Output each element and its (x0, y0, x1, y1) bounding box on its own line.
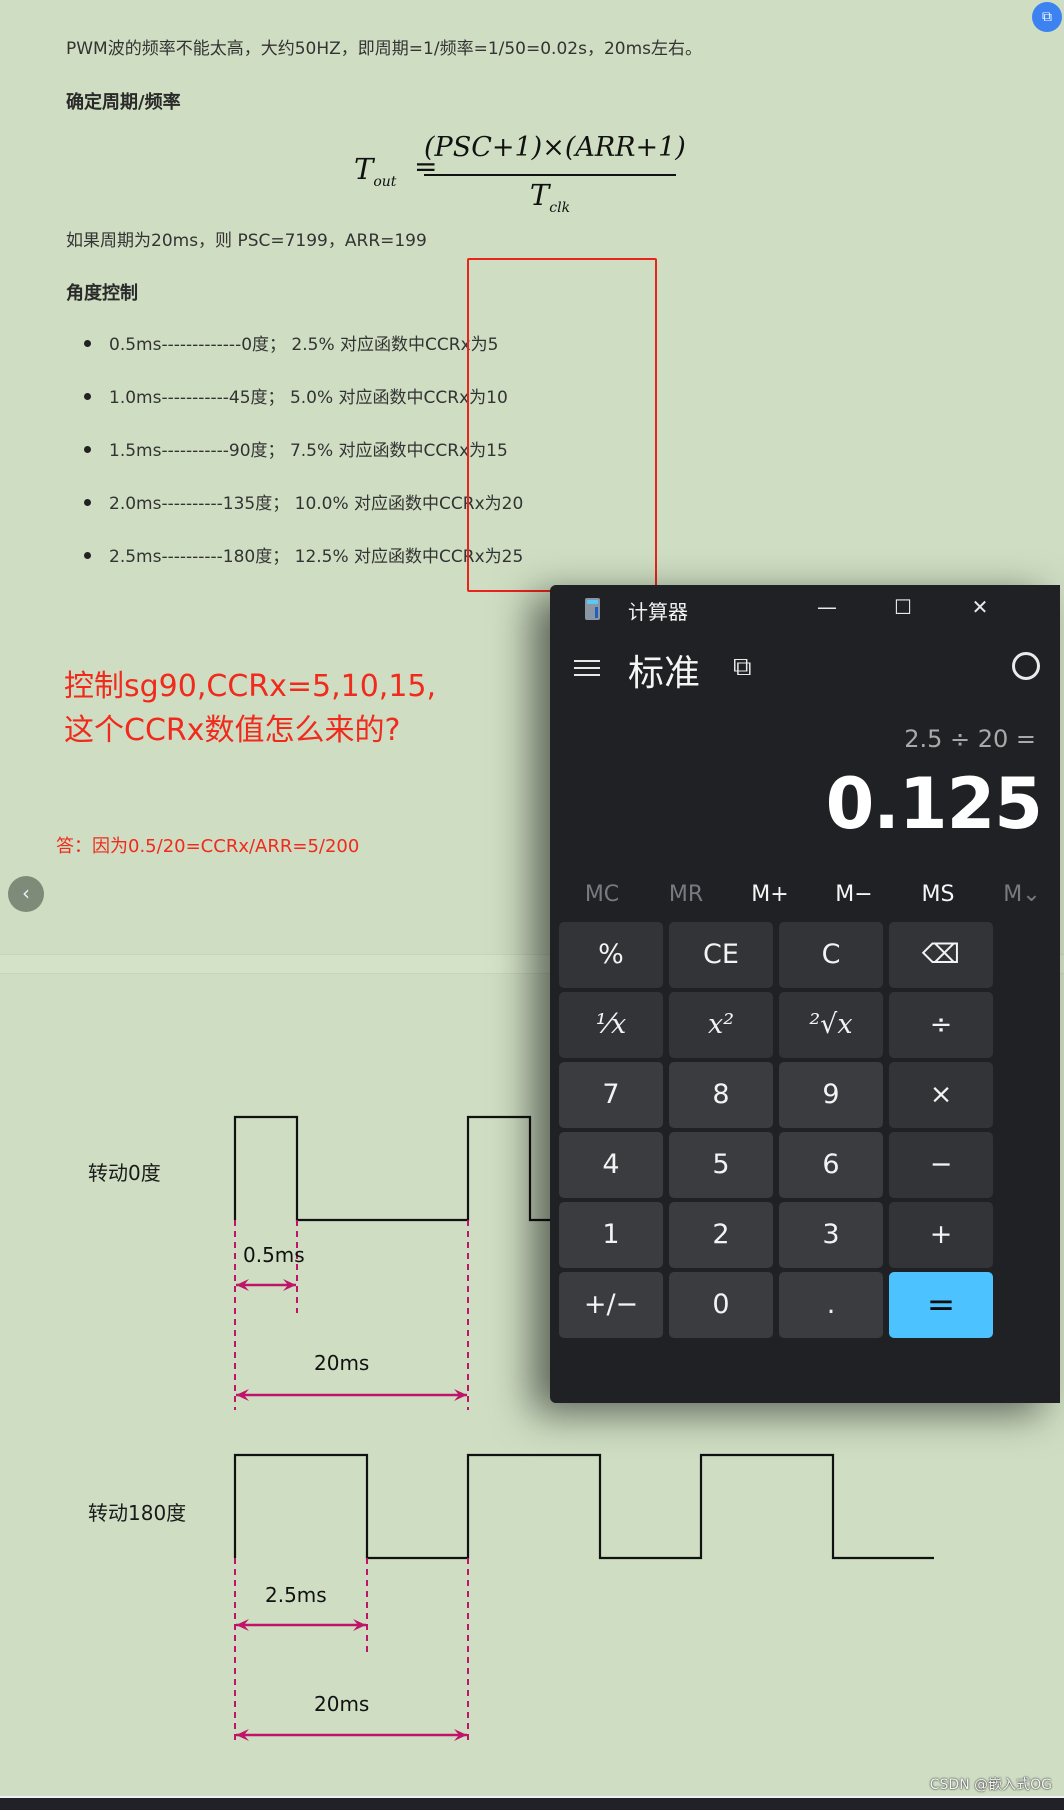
mode-row: 标准 ⧉ (550, 640, 1060, 700)
calculator-titlebar[interactable]: 计算器 — ☐ ✕ (550, 585, 1060, 629)
list-item: 1.0ms-----------45度； 5.0% 对应函数中CCRx为10 (84, 383, 508, 408)
bullet-dot (84, 551, 91, 559)
formula-lhs: Tout (354, 152, 397, 190)
digit-3-button[interactable]: 3 (779, 1202, 883, 1268)
bullet-dot (84, 392, 91, 400)
reciprocal-button[interactable]: ¹⁄x (559, 992, 663, 1058)
digit-6-button[interactable]: 6 (779, 1132, 883, 1198)
highlight-box (467, 258, 657, 592)
minimize-button[interactable]: — (804, 591, 850, 623)
clear-entry-button[interactable]: CE (669, 922, 773, 988)
question-annotation: 控制sg90,CCRx=5,10,15, 这个CCRx数值怎么来的? (64, 669, 437, 748)
wave180-label: 转动180度 (88, 1501, 187, 1525)
list-item: 2.5ms----------180度； 12.5% 对应函数中CCRx为25 (84, 542, 523, 567)
digit-5-button[interactable]: 5 (669, 1132, 773, 1198)
calculator-app-icon (585, 598, 600, 620)
wave0-period-label: 20ms (314, 1351, 370, 1375)
subtract-button[interactable]: − (889, 1132, 993, 1198)
window-title: 计算器 (628, 600, 688, 624)
wave180-pulse-label: 2.5ms (265, 1583, 327, 1607)
memory-button-5[interactable]: M⌄ (980, 875, 1060, 915)
calculator-window: 计算器 — ☐ ✕ 标准 ⧉ 2.5 ÷ 20 = 0.125 MC MR M+ M−… (550, 585, 1060, 1403)
section-heading-period: 确定周期/频率 (66, 92, 181, 113)
equals-button[interactable]: = (889, 1272, 993, 1338)
backspace-button[interactable]: ⌫ (889, 922, 993, 988)
bullet-dot (84, 445, 91, 453)
digit-9-button[interactable]: 9 (779, 1062, 883, 1128)
expression-display: 2.5 ÷ 20 = (904, 725, 1036, 753)
square-button[interactable]: x² (669, 992, 773, 1058)
divide-button[interactable]: ÷ (889, 992, 993, 1058)
square-root-button[interactable]: ²√x (779, 992, 883, 1058)
memory-row: MC MR M+ M− MS M⌄ (550, 875, 1060, 915)
formula-denominator: Tclk (529, 178, 571, 216)
mode-title: 标准 (628, 653, 701, 694)
multiply-button[interactable]: × (889, 1062, 993, 1128)
period-note: 如果周期为20ms，则 PSC=7199，ARR=199 (66, 231, 427, 251)
negate-button[interactable]: +/− (559, 1272, 663, 1338)
memory-button-1[interactable]: MR (644, 875, 728, 915)
signal-trace (233, 1115, 560, 1222)
digit-1-button[interactable]: 1 (559, 1202, 663, 1268)
decimal-button[interactable]: . (779, 1272, 883, 1338)
bullet-dot (84, 339, 91, 347)
wave180-period-label: 20ms (314, 1692, 370, 1716)
section-heading-angle: 角度控制 (66, 283, 138, 304)
wave0-pulse-label: 0.5ms (243, 1243, 305, 1267)
add-button[interactable]: + (889, 1202, 993, 1268)
formula-numerator: (PSC+1)×(ARR+1) (424, 132, 686, 163)
percent-button[interactable]: % (559, 922, 663, 988)
list-item: 2.0ms----------135度； 10.0% 对应函数中CCRx为20 (84, 489, 523, 514)
intro-paragraph: PWM波的频率不能太高，大约50HZ，即周期=1/频率=1/50=0.02s，2… (66, 39, 702, 59)
wave0-label: 转动0度 (88, 1161, 161, 1185)
list-item: 0.5ms-------------0度； 2.5% 对应函数中CCRx为5 (84, 330, 498, 355)
maximize-button[interactable]: ☐ (880, 591, 926, 623)
digit-4-button[interactable]: 4 (559, 1132, 663, 1198)
chevron-left-icon: ‹ (22, 881, 30, 905)
watermark: CSDN @嵌入式OG (929, 1777, 1052, 1793)
close-button[interactable]: ✕ (957, 591, 1003, 623)
previous-image-button[interactable]: ‹ (8, 876, 44, 912)
clear-button[interactable]: C (779, 922, 883, 988)
floating-tool-icon[interactable]: ⧉ (1032, 2, 1062, 32)
memory-button-4[interactable]: MS (896, 875, 980, 915)
digit-0-button[interactable]: 0 (669, 1272, 773, 1338)
bullet-dot (84, 498, 91, 506)
digit-8-button[interactable]: 8 (669, 1062, 773, 1128)
hamburger-menu-icon[interactable] (574, 656, 600, 676)
history-icon[interactable] (1012, 652, 1040, 680)
memory-button-2[interactable]: M+ (728, 875, 812, 915)
memory-button-3[interactable]: M− (812, 875, 896, 915)
fraction-bar (424, 174, 676, 176)
keep-on-top-icon[interactable]: ⧉ (733, 652, 752, 683)
digit-7-button[interactable]: 7 (559, 1062, 663, 1128)
answer-annotation: 答：因为0.5/20=CCRx/ARR=5/200 (56, 836, 360, 857)
taskbar (0, 1796, 1064, 1810)
digit-2-button[interactable]: 2 (669, 1202, 773, 1268)
memory-button-0[interactable]: MC (560, 875, 644, 915)
list-item: 1.5ms-----------90度； 7.5% 对应函数中CCRx为15 (84, 436, 508, 461)
result-display: 0.125 (825, 763, 1043, 845)
signal-trace (233, 1453, 934, 1560)
